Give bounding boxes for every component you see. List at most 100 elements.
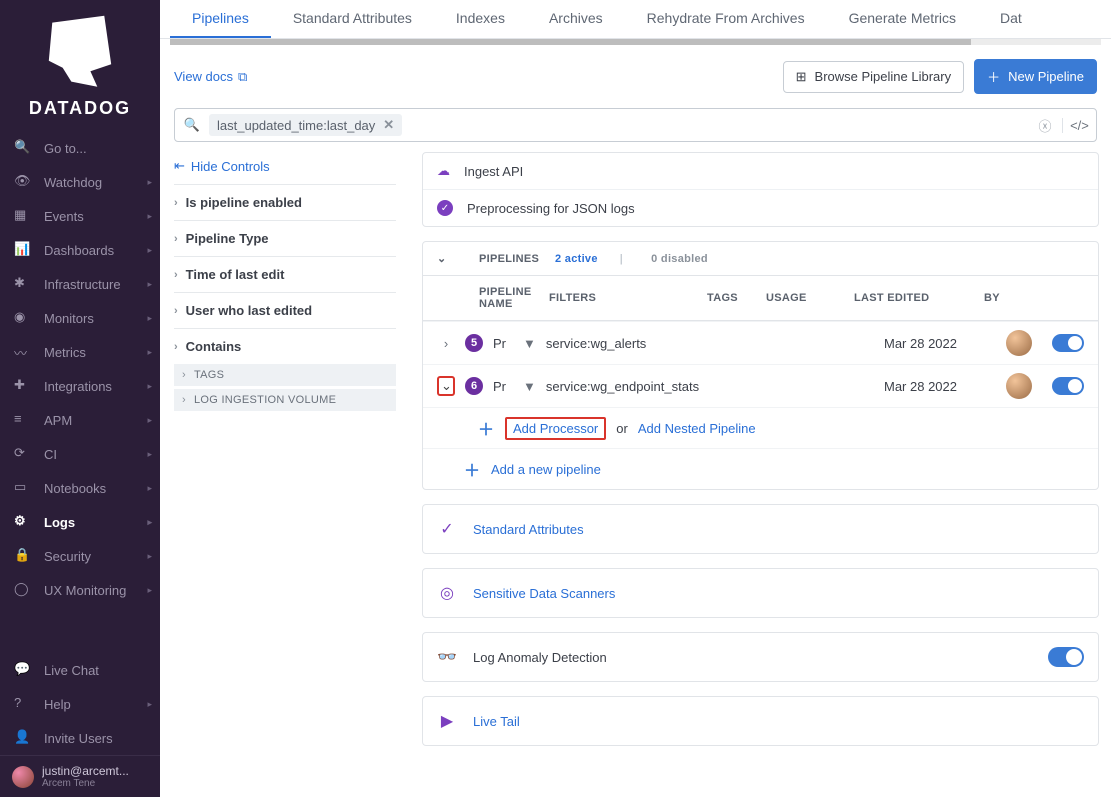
row-label: Ingest API [464,164,523,179]
collapse-icon[interactable]: ⌄ [437,376,455,396]
chevron-right-icon: ▸ [147,585,152,596]
nav: 🔍Go to... 👁Watchdog▸ ▦Events▸ 📊Dashboard… [0,131,160,797]
chevron-right-icon: › [174,233,178,245]
row-label: Preprocessing for JSON logs [467,201,635,216]
view-docs-link[interactable]: View docs ⧉ [174,69,247,85]
globe-icon: ◯ [14,581,32,599]
facet-last-edit[interactable]: ›Time of last edit [174,256,396,292]
button-label: Browse Pipeline Library [815,69,952,84]
pipeline-row[interactable]: › 5 Pr ▼ service:wg_alerts Mar 28 2022 [423,321,1098,364]
nav-label: Security [44,549,91,564]
add-pipeline-link[interactable]: Add a new pipeline [491,462,601,477]
shield-icon: ◉ [14,309,32,327]
user-email: justin@arcemt... [42,764,129,778]
clear-search[interactable]: ⓧ [1028,116,1062,135]
col-pipelines: PIPELINES [479,253,539,265]
tab-data-truncated[interactable]: Dat [978,0,1044,38]
nav-help[interactable]: ?Help▸ [0,687,160,721]
search-icon: 🔍 [14,139,32,157]
col-usage: USAGE [766,292,836,304]
nav-security[interactable]: 🔒Security▸ [0,539,160,573]
facet-user[interactable]: ›User who last edited [174,292,396,328]
facet-label: Contains [186,339,242,354]
ingest-row[interactable]: ☁ Ingest API [423,153,1098,189]
new-pipeline-button[interactable]: ＋New Pipeline [974,59,1097,94]
facet-label: Pipeline Type [186,231,269,246]
chevron-right-icon: ▸ [147,245,152,256]
preproc-row[interactable]: ✓ Preprocessing for JSON logs [423,189,1098,226]
nav-watchdog[interactable]: 👁Watchdog▸ [0,165,160,199]
nav-notebooks[interactable]: ▭Notebooks▸ [0,471,160,505]
chevron-right-icon: ▸ [147,415,152,426]
nav-label: Invite Users [44,731,113,746]
facet-contains[interactable]: ›Contains [174,328,396,364]
puzzle-icon: ⊞ [796,69,807,85]
pipeline-row[interactable]: ⌄ 6 Pr ▼ service:wg_endpoint_stats Mar 2… [423,364,1098,407]
card-link[interactable]: Live Tail [473,714,520,729]
chevron-right-icon: ▸ [147,347,152,358]
nav-livechat[interactable]: 💬Live Chat [0,653,160,687]
filter-icon: ▼ [523,336,536,351]
hide-controls[interactable]: ⇤Hide Controls [174,152,396,184]
livetail-card[interactable]: ▶ Live Tail [422,696,1099,746]
tab-generate-metrics[interactable]: Generate Metrics [827,0,978,38]
nav-label: Dashboards [44,243,114,258]
nav-events[interactable]: ▦Events▸ [0,199,160,233]
nav-dashboards[interactable]: 📊Dashboards▸ [0,233,160,267]
nav-goto[interactable]: 🔍Go to... [0,131,160,165]
scan-icon: ◎ [437,583,457,603]
nav-infrastructure[interactable]: ✱Infrastructure▸ [0,267,160,301]
table-header: ⌄ PIPELINES 2 active | 0 disabled [423,242,1098,276]
nav-integrations[interactable]: ✚Integrations▸ [0,369,160,403]
nav-metrics[interactable]: 〰Metrics▸ [0,335,160,369]
tab-rehydrate[interactable]: Rehydrate From Archives [625,0,827,38]
nav-ci[interactable]: ⟳CI▸ [0,437,160,471]
sidebar: DATADOG 🔍Go to... 👁Watchdog▸ ▦Events▸ 📊D… [0,0,160,797]
facet-enabled[interactable]: ›Is pipeline enabled [174,184,396,220]
chip-remove[interactable]: ✕ [383,117,394,133]
add-nested-link[interactable]: Add Nested Pipeline [638,421,756,436]
nav-label: Metrics [44,345,86,360]
expand-icon[interactable]: › [437,336,455,351]
enable-toggle[interactable] [1052,334,1084,352]
standard-attributes-card[interactable]: ✓ Standard Attributes [422,504,1099,554]
chevron-right-icon: ▸ [147,381,152,392]
anomaly-card[interactable]: 👓 Log Anomaly Detection [422,632,1099,682]
tab-scrollbar[interactable] [170,39,1101,45]
col-name: PIPELINE NAME [479,286,531,310]
card-link[interactable]: Standard Attributes [473,522,584,537]
panel-area: ☁ Ingest API ✓ Preprocessing for JSON lo… [410,152,1111,797]
collapse-all[interactable]: ⌄ [437,252,461,265]
nav-ux[interactable]: ◯UX Monitoring▸ [0,573,160,607]
tab-archives[interactable]: Archives [527,0,625,38]
datadog-icon [35,14,125,92]
user-menu[interactable]: justin@arcemt... Arcem Tene [0,755,160,797]
enable-toggle[interactable] [1052,377,1084,395]
brand-text: DATADOG [10,98,150,119]
nav-label: CI [44,447,57,462]
browse-library-button[interactable]: ⊞ Browse Pipeline Library [783,61,964,93]
add-processor-row: ＋ Add Processor or Add Nested Pipeline [423,407,1098,448]
nav-monitors[interactable]: ◉Monitors▸ [0,301,160,335]
facet-label: User who last edited [186,303,312,318]
network-icon: ✱ [14,275,32,293]
chevron-right-icon: ▸ [147,517,152,528]
card-link[interactable]: Sensitive Data Scanners [473,586,615,601]
nav-apm[interactable]: ≡APM▸ [0,403,160,437]
query-syntax-toggle[interactable]: </> [1062,118,1096,133]
tab-pipelines[interactable]: Pipelines [170,0,271,38]
add-processor-link[interactable]: Add Processor [513,421,598,436]
sds-card[interactable]: ◎ Sensitive Data Scanners [422,568,1099,618]
filter-chip[interactable]: last_updated_time:last_day✕ [209,114,402,136]
facet-tags[interactable]: ›TAGS [174,364,396,386]
tab-standard-attributes[interactable]: Standard Attributes [271,0,434,38]
search-icon: 🔍 [175,117,209,133]
nav-logs[interactable]: ⚙Logs▸ [0,505,160,539]
avatar [1006,330,1032,356]
anomaly-toggle[interactable] [1048,647,1084,667]
nav-invite[interactable]: 👤Invite Users [0,721,160,755]
tab-indexes[interactable]: Indexes [434,0,527,38]
search-bar[interactable]: 🔍 last_updated_time:last_day✕ ⓧ </> [174,108,1097,142]
facet-ingestion-volume[interactable]: ›LOG INGESTION VOLUME [174,389,396,411]
facet-type[interactable]: › Pipeline Type [174,220,396,256]
